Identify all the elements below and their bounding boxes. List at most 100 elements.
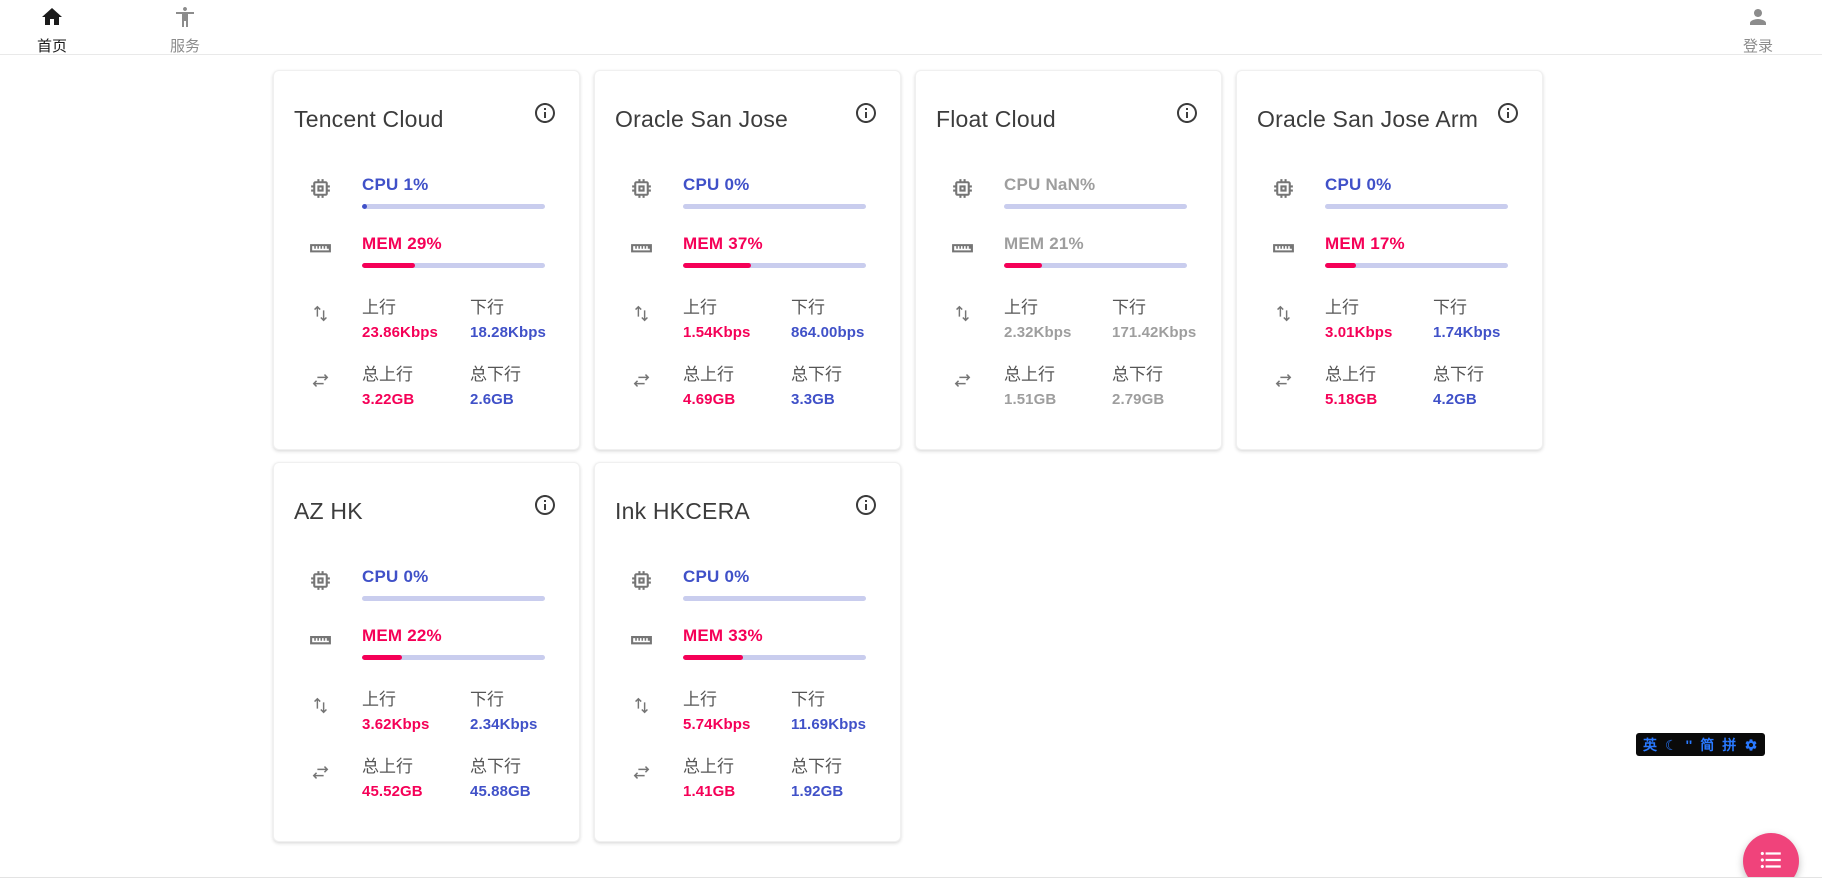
- download-label: 下行: [791, 293, 899, 318]
- swap-horizontal-icon: [629, 360, 683, 398]
- person-icon: [1746, 5, 1770, 34]
- mem-value: 33%: [728, 626, 763, 645]
- total-row: 总上行 3.22GB 总下行 2.6GB: [308, 360, 545, 408]
- cpu-label: CPU NaN%: [1004, 175, 1187, 195]
- upload-label: 上行: [683, 685, 791, 710]
- info-icon[interactable]: [533, 493, 557, 517]
- mem-bar-fill: [683, 263, 751, 268]
- cpu-row: CPU 0%: [629, 567, 866, 601]
- swap-horizontal-icon: [629, 752, 683, 790]
- mem-label: MEM 17%: [1325, 234, 1508, 254]
- mem-progress-bar: [1325, 263, 1508, 268]
- ime-simplified-toggle[interactable]: 简: [1700, 738, 1714, 752]
- cpu-progress-bar: [683, 204, 866, 209]
- download-stat: 下行 171.42Kbps: [1112, 293, 1220, 341]
- cpu-value: NaN%: [1045, 175, 1095, 194]
- cpu-progress-bar: [683, 596, 866, 601]
- total-download-stat: 总下行 3.3GB: [791, 360, 899, 408]
- server-name: Tencent Cloud: [294, 106, 444, 133]
- total-row: 总上行 5.18GB 总下行 4.2GB: [1271, 360, 1508, 408]
- info-icon[interactable]: [854, 493, 878, 517]
- total-upload-stat: 总上行 3.22GB: [362, 360, 470, 408]
- info-icon[interactable]: [854, 101, 878, 125]
- server-card: Tencent Cloud CPU 1%: [273, 70, 580, 450]
- swap-horizontal-icon: [1271, 360, 1325, 398]
- total-upload-stat: 总上行 5.18GB: [1325, 360, 1433, 408]
- info-icon[interactable]: [1496, 101, 1520, 125]
- server-name: Oracle San Jose: [615, 106, 788, 133]
- download-stat: 下行 18.28Kbps: [470, 293, 578, 341]
- cpu-value: 0%: [724, 567, 749, 586]
- cpu-chip-icon: [308, 567, 362, 598]
- speed-row: 上行 1.54Kbps 下行 864.00bps: [629, 293, 866, 341]
- server-card: Oracle San Jose CPU 0%: [594, 70, 901, 450]
- cpu-value: 0%: [1366, 175, 1391, 194]
- ruler-icon: [629, 234, 683, 265]
- speed-row: 上行 3.62Kbps 下行 2.34Kbps: [308, 685, 545, 733]
- nav-item-services[interactable]: 服务: [145, 0, 225, 56]
- total-download-stat: 总下行 2.79GB: [1112, 360, 1220, 408]
- total-row: 总上行 1.41GB 总下行 1.92GB: [629, 752, 866, 800]
- punctuation-icon[interactable]: '': [1686, 738, 1693, 752]
- speed-row: 上行 2.32Kbps 下行 171.42Kbps: [950, 293, 1187, 341]
- total-download-stat: 总下行 4.2GB: [1433, 360, 1541, 408]
- cpu-progress-bar: [362, 596, 545, 601]
- cpu-row: CPU 0%: [308, 567, 545, 601]
- download-stat: 下行 864.00bps: [791, 293, 899, 341]
- ime-pinyin-toggle[interactable]: 拼: [1722, 738, 1736, 752]
- upload-value: 23.86Kbps: [362, 324, 470, 341]
- total-download-value: 2.6GB: [470, 391, 578, 408]
- server-card: Float Cloud CPU NaN%: [915, 70, 1222, 450]
- cpu-bar-fill: [362, 204, 367, 209]
- total-row: 总上行 4.69GB 总下行 3.3GB: [629, 360, 866, 408]
- cpu-value: 0%: [403, 567, 428, 586]
- swap-vertical-icon: [308, 685, 362, 723]
- total-download-value: 3.3GB: [791, 391, 899, 408]
- info-icon[interactable]: [1175, 101, 1199, 125]
- speed-row: 上行 5.74Kbps 下行 11.69Kbps: [629, 685, 866, 733]
- nav-home-label: 首页: [37, 35, 67, 56]
- card-header: AZ HK: [308, 493, 545, 525]
- total-download-label: 总下行: [470, 752, 578, 777]
- server-card: Ink HKCERA CPU 0%: [594, 462, 901, 842]
- mem-bar-fill: [1004, 263, 1042, 268]
- ime-language-toggle[interactable]: 英: [1643, 738, 1657, 752]
- total-download-value: 45.88GB: [470, 783, 578, 800]
- total-upload-value: 5.18GB: [1325, 391, 1433, 408]
- upload-value: 3.01Kbps: [1325, 324, 1433, 341]
- cpu-label: CPU 0%: [683, 567, 866, 587]
- mem-value: 29%: [407, 234, 442, 253]
- top-navigation: 首页 服务 登录: [0, 0, 1822, 55]
- list-icon: [1758, 847, 1784, 876]
- download-value: 1.74Kbps: [1433, 324, 1541, 341]
- server-cards-grid: Tencent Cloud CPU 1%: [273, 70, 1565, 842]
- cpu-value: 0%: [724, 175, 749, 194]
- total-upload-stat: 总上行 4.69GB: [683, 360, 791, 408]
- upload-label: 上行: [362, 293, 470, 318]
- total-upload-label: 总上行: [362, 752, 470, 777]
- download-label: 下行: [470, 685, 578, 710]
- download-label: 下行: [1433, 293, 1541, 318]
- total-download-label: 总下行: [1433, 360, 1541, 385]
- home-icon: [40, 5, 64, 34]
- mem-row: MEM 29%: [308, 234, 545, 268]
- total-upload-stat: 总上行 1.51GB: [1004, 360, 1112, 408]
- swap-vertical-icon: [308, 293, 362, 331]
- swap-vertical-icon: [629, 685, 683, 723]
- total-upload-label: 总上行: [683, 360, 791, 385]
- total-upload-value: 4.69GB: [683, 391, 791, 408]
- mem-label: MEM 29%: [362, 234, 545, 254]
- mem-row: MEM 22%: [308, 626, 545, 660]
- moon-icon[interactable]: ☾: [1665, 738, 1678, 752]
- cpu-row: CPU 1%: [308, 175, 545, 209]
- nav-item-home[interactable]: 首页: [12, 0, 92, 56]
- swap-horizontal-icon: [950, 360, 1004, 398]
- nav-item-login[interactable]: 登录: [1718, 0, 1798, 56]
- cpu-progress-bar: [362, 204, 545, 209]
- accessibility-icon: [173, 5, 197, 34]
- total-download-label: 总下行: [791, 360, 899, 385]
- mem-bar-fill: [362, 655, 402, 660]
- total-row: 总上行 1.51GB 总下行 2.79GB: [950, 360, 1187, 408]
- info-icon[interactable]: [533, 101, 557, 125]
- gear-icon[interactable]: [1744, 738, 1758, 752]
